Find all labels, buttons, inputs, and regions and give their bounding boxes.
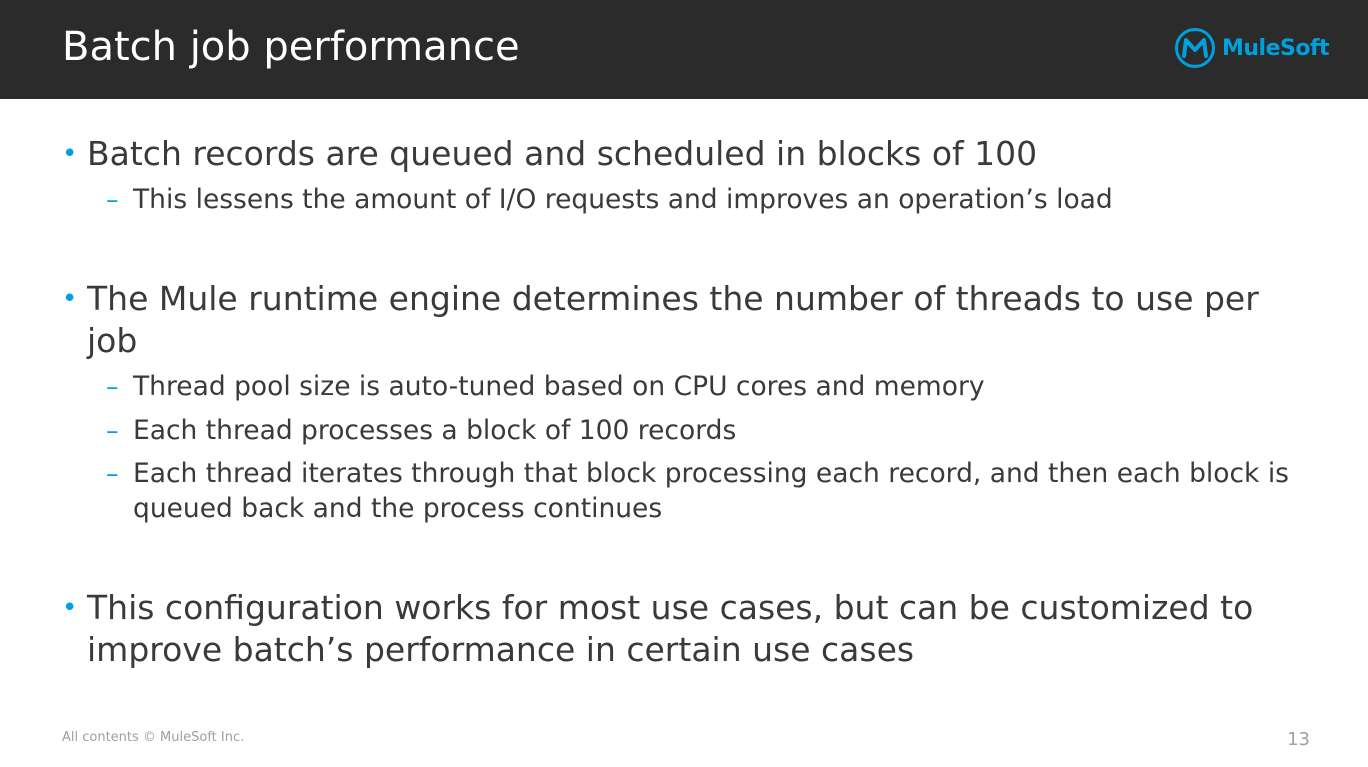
sub-bullet-text: Each thread iterates through that block … [133,458,1289,524]
bullet-item: • The Mule runtime engine determines the… [62,278,1292,362]
sub-bullet-text: Thread pool size is auto-tuned based on … [133,371,985,402]
bullet-text: Batch records are queued and scheduled i… [87,134,1038,173]
slide: Batch job performance MuleSoft • Batch r… [0,0,1368,767]
sub-bullet-marker: – [106,459,119,488]
bullet-item: • This configuration works for most use … [62,587,1292,671]
bullet-marker: • [62,139,78,169]
sub-bullet-marker: – [106,416,119,445]
sub-bullet-item: – Each thread processes a block of 100 r… [106,413,1296,448]
sub-bullet-text: Each thread processes a block of 100 rec… [133,415,737,446]
bullet-text: This configuration works for most use ca… [87,588,1254,669]
sub-bullet-item: – Each thread iterates through that bloc… [106,456,1296,526]
sub-bullet-item: – This lessens the amount of I/O request… [106,182,1296,217]
footer-copyright: All contents © MuleSoft Inc. [62,730,245,745]
bullet-item: • Batch records are queued and scheduled… [62,133,1292,175]
slide-content: • Batch records are queued and scheduled… [0,0,1368,767]
bullet-marker: • [62,284,78,314]
bullet-marker: • [62,593,78,623]
sub-bullet-text: This lessens the amount of I/O requests … [133,184,1113,215]
bullet-text: The Mule runtime engine determines the n… [87,279,1259,360]
sub-bullet-marker: – [106,185,119,214]
sub-bullet-marker: – [106,372,119,401]
page-number: 13 [1287,729,1310,750]
sub-bullet-item: – Thread pool size is auto-tuned based o… [106,369,1296,404]
